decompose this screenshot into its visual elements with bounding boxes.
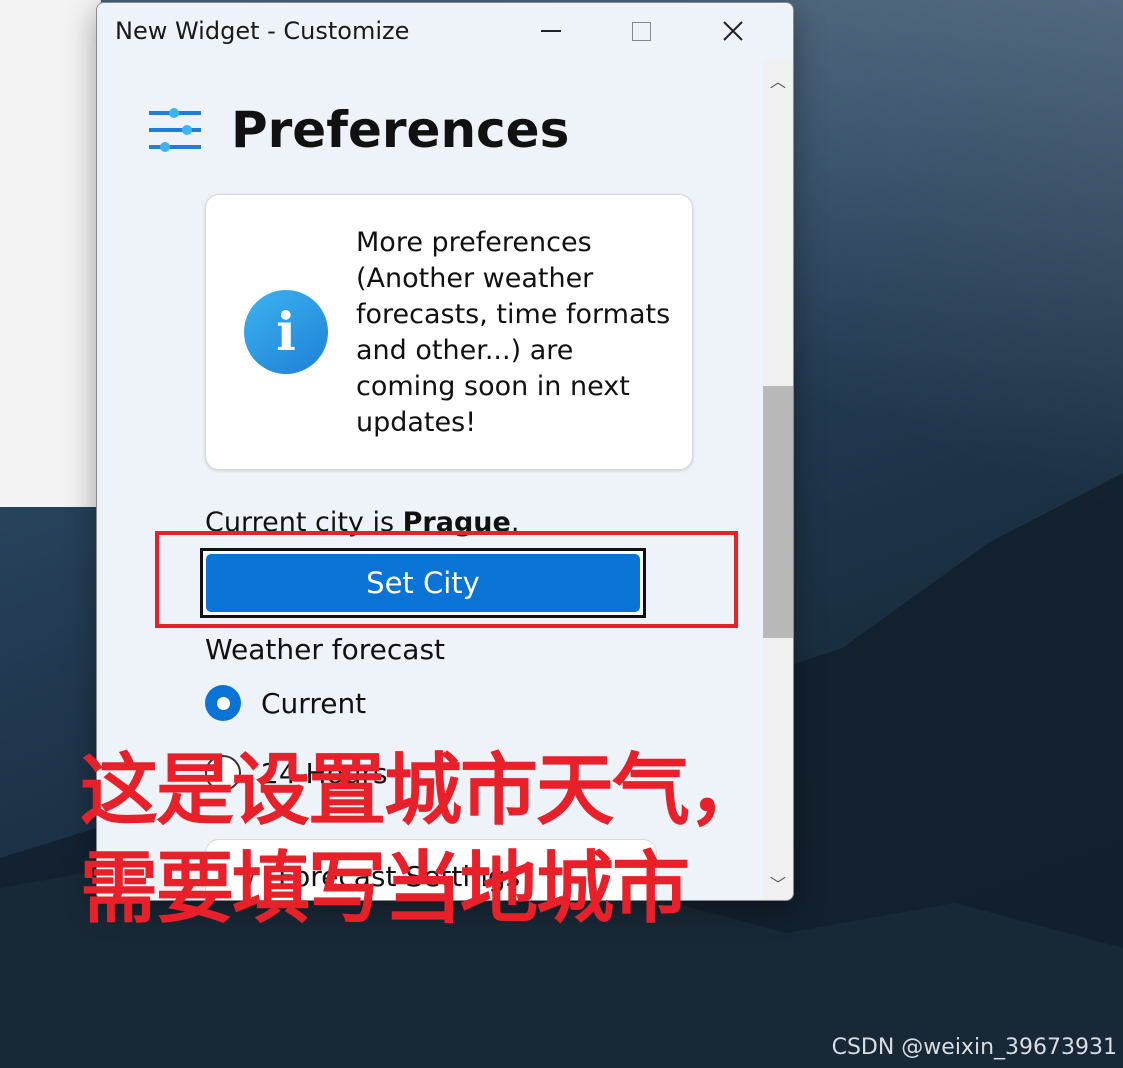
scrollbar-thumb[interactable] <box>763 386 793 638</box>
current-city-prefix: Current city is <box>205 507 403 538</box>
minimize-icon <box>541 30 561 32</box>
watermark: CSDN @weixin_39673931 <box>831 1035 1117 1060</box>
annotation-line-1: 这是设置城市天气， <box>80 746 766 836</box>
close-button[interactable] <box>709 11 757 51</box>
title-bar[interactable]: New Widget - Customize <box>97 3 793 61</box>
info-message: More preferences (Another weather foreca… <box>356 227 671 438</box>
annotation-line-2: 需要填写当地城市 <box>80 844 690 934</box>
maximize-icon <box>631 21 651 41</box>
current-city-suffix: . <box>510 507 520 538</box>
weather-forecast-label: Weather forecast <box>205 633 446 666</box>
info-card: i More preferences (Another weather fore… <box>205 194 693 470</box>
radio-current[interactable]: Current <box>205 685 366 721</box>
current-city-text: Current city is Prague. <box>205 507 519 538</box>
page-title: Preferences <box>231 101 570 159</box>
scroll-down-icon[interactable]: ﹀ <box>763 870 793 896</box>
maximize-button[interactable] <box>617 11 665 51</box>
set-city-focus-ring: Set City <box>200 548 646 618</box>
window-title: New Widget - Customize <box>115 17 410 45</box>
current-city-name: Prague <box>402 507 511 538</box>
background-window <box>0 0 101 507</box>
radio-selected-icon <box>205 685 241 721</box>
radio-label: Current <box>261 686 367 720</box>
scroll-up-icon[interactable]: ︿ <box>763 67 793 93</box>
set-city-button[interactable]: Set City <box>206 554 640 612</box>
minimize-button[interactable] <box>527 11 575 51</box>
info-icon: i <box>244 290 328 374</box>
close-icon <box>723 21 743 41</box>
vertical-scrollbar[interactable]: ︿ ﹀ <box>763 61 793 900</box>
sliders-icon <box>149 108 201 152</box>
preferences-header: Preferences <box>149 101 569 159</box>
